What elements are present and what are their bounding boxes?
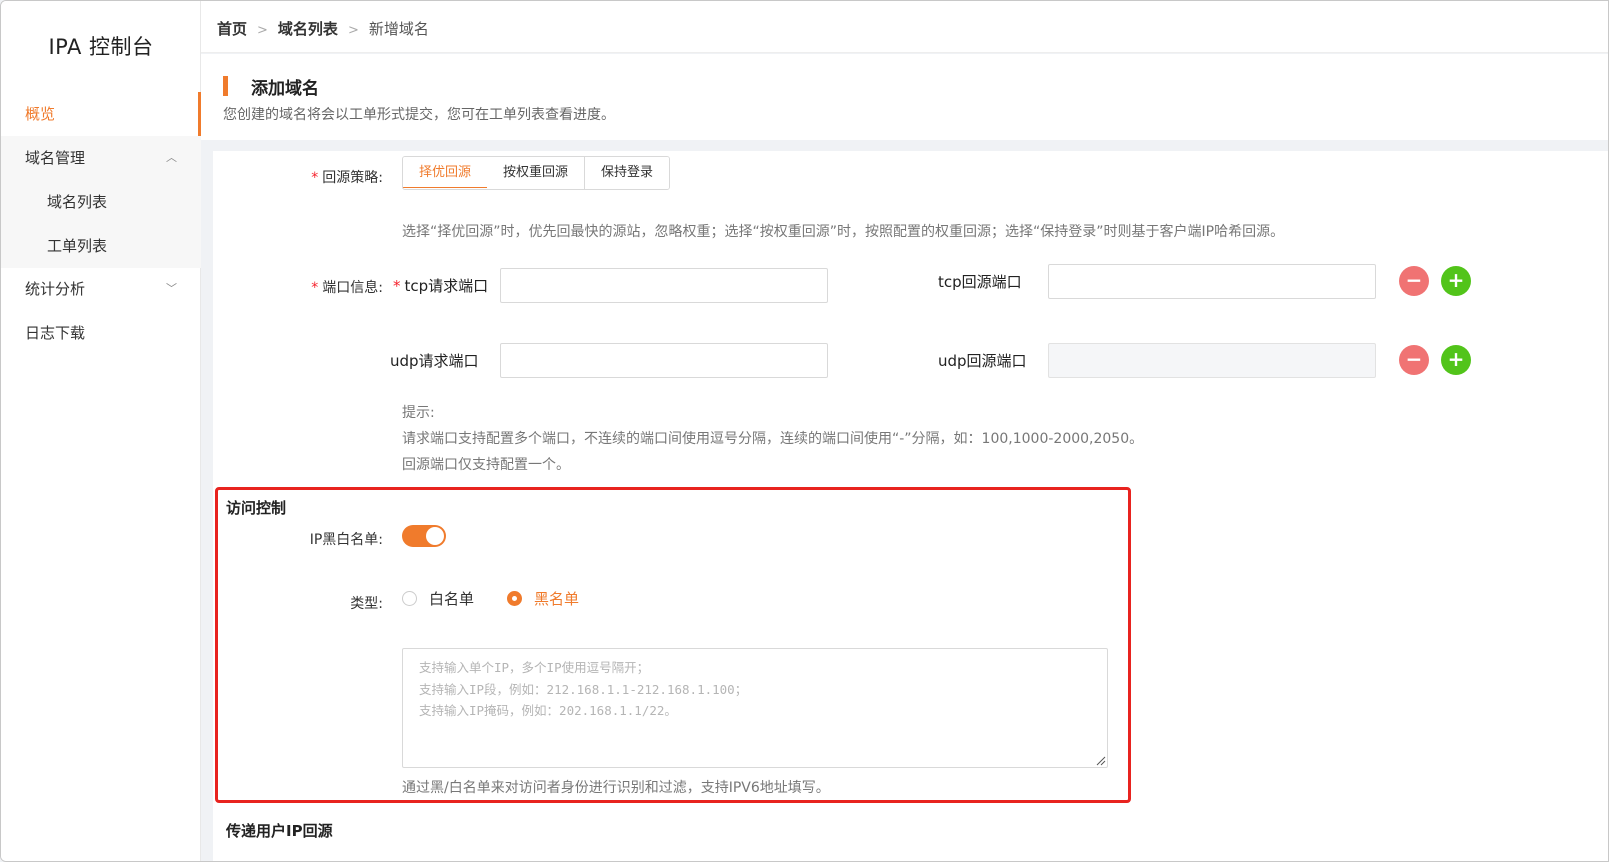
chevron-right-icon: > — [257, 23, 268, 38]
page-title: 添加域名 — [251, 79, 319, 99]
sidebar-item-label: 工单列表 — [47, 237, 108, 255]
strategy-hint: 选择“择优回源”时，优先回最快的源站，忽略权重；选择“按权重回源”时，按照配置的… — [402, 224, 1285, 240]
required-mark: * — [311, 170, 319, 186]
remove-tcp-port-button[interactable]: − — [1399, 266, 1429, 296]
main-area: 首页 > 域名列表 > 新增域名 添加域名 您创建的域名将会以工单形式提交，您可在工单列… — [201, 1, 1608, 861]
sidebar-item-ticket-list[interactable]: 工单列表 — [1, 224, 201, 268]
strategy-label: * 回源策略: — [311, 170, 383, 186]
strategy-option-keep-login[interactable]: 保持登录 — [585, 157, 670, 189]
list-type-label: 类型: — [350, 596, 383, 612]
required-mark: * — [311, 280, 319, 296]
udp-origin-port-input[interactable] — [1048, 343, 1376, 378]
radio-circle-icon — [402, 591, 417, 606]
sidebar-item-label: 日志下载 — [25, 324, 86, 342]
sidebar-item-label: 域名列表 — [47, 193, 108, 211]
tcp-origin-port-label: tcp回源端口 — [938, 273, 1022, 291]
add-udp-port-button[interactable]: + — [1441, 345, 1471, 375]
breadcrumb-home[interactable]: 首页 — [217, 20, 247, 38]
sidebar-item-domain-list[interactable]: 域名列表 — [1, 180, 201, 224]
sidebar: IPA 控制台 概览 域名管理 ︿ 域名列表 工单列表 统计分析 ﹀ 日志下载 — [1, 1, 201, 861]
breadcrumb: 首页 > 域名列表 > 新增域名 — [201, 1, 1608, 53]
ip-list-toggle[interactable] — [402, 525, 446, 547]
strategy-segmented-control: 择优回源 按权重回源 保持登录 — [402, 156, 671, 190]
add-tcp-port-button[interactable]: + — [1441, 266, 1471, 296]
udp-origin-port-label: udp回源端口 — [938, 352, 1027, 370]
ports-hint-line2: 回源端口仅支持配置一个。 — [402, 457, 570, 473]
tcp-origin-port-input[interactable] — [1048, 264, 1376, 299]
required-mark: * — [393, 277, 401, 295]
access-control-hint: 通过黑/白名单来对访问者身份进行识别和过滤，支持IPV6地址填写。 — [402, 780, 830, 796]
sidebar-item-log-download[interactable]: 日志下载 — [1, 311, 201, 355]
toggle-knob — [426, 527, 444, 545]
ports-hint-title: 提示: — [402, 405, 435, 421]
tcp-request-port-input[interactable] — [500, 268, 828, 303]
pass-client-ip-title: 传递用户IP回源 — [226, 822, 333, 840]
radio-checked-icon — [507, 591, 522, 606]
chevron-down-icon: ﹀ — [166, 282, 177, 295]
access-control-title: 访问控制 — [226, 499, 287, 517]
ip-list-textarea[interactable] — [402, 648, 1108, 768]
tcp-request-port-label: * tcp请求端口 — [393, 277, 489, 295]
radio-blacklist[interactable]: 黑名单 — [507, 588, 579, 609]
breadcrumb-domain-list[interactable]: 域名列表 — [278, 20, 338, 38]
minus-icon: − — [1405, 268, 1423, 292]
udp-request-port-input[interactable] — [500, 343, 828, 378]
remove-udp-port-button[interactable]: − — [1399, 345, 1429, 375]
form-card: * 回源策略: 择优回源 按权重回源 保持登录 选择“择优回源”时，优先回最快的源… — [213, 151, 1608, 861]
ip-list-label: IP黑白名单: — [309, 532, 383, 548]
strategy-option-weight[interactable]: 按权重回源 — [487, 157, 586, 189]
sidebar-item-overview[interactable]: 概览 — [1, 92, 201, 136]
plus-icon: + — [1447, 347, 1465, 371]
sidebar-item-label: 概览 — [25, 105, 56, 123]
app-logo: IPA 控制台 — [48, 35, 154, 59]
sidebar-item-domain-management[interactable]: 域名管理 ︿ — [1, 136, 201, 180]
sidebar-item-statistics[interactable]: 统计分析 ﹀ — [1, 267, 201, 311]
udp-request-port-label: udp请求端口 — [390, 352, 479, 370]
chevron-up-icon: ︿ — [166, 151, 177, 164]
minus-icon: − — [1405, 347, 1423, 371]
ports-label: * 端口信息: — [311, 280, 383, 296]
breadcrumb-current: 新增域名 — [368, 20, 429, 38]
sidebar-item-label: 域名管理 — [25, 149, 86, 167]
title-accent-bar — [223, 76, 228, 96]
chevron-right-icon: > — [347, 23, 359, 38]
sidebar-item-label: 统计分析 — [25, 280, 86, 298]
strategy-option-best[interactable]: 择优回源 — [403, 157, 489, 188]
app-window: IPA 控制台 概览 域名管理 ︿ 域名列表 工单列表 统计分析 ﹀ 日志下载 … — [0, 0, 1609, 862]
ports-hint-line1: 请求端口支持配置多个端口，不连续的端口间使用逗号分隔，连续的端口间使用“-”分隔… — [402, 431, 1144, 447]
page-header: 添加域名 您创建的域名将会以工单形式提交，您可在工单列表查看进度。 — [201, 54, 1608, 140]
plus-icon: + — [1447, 268, 1465, 292]
page-description: 您创建的域名将会以工单形式提交，您可在工单列表查看进度。 — [223, 107, 615, 123]
radio-whitelist[interactable]: 白名单 — [402, 588, 474, 609]
